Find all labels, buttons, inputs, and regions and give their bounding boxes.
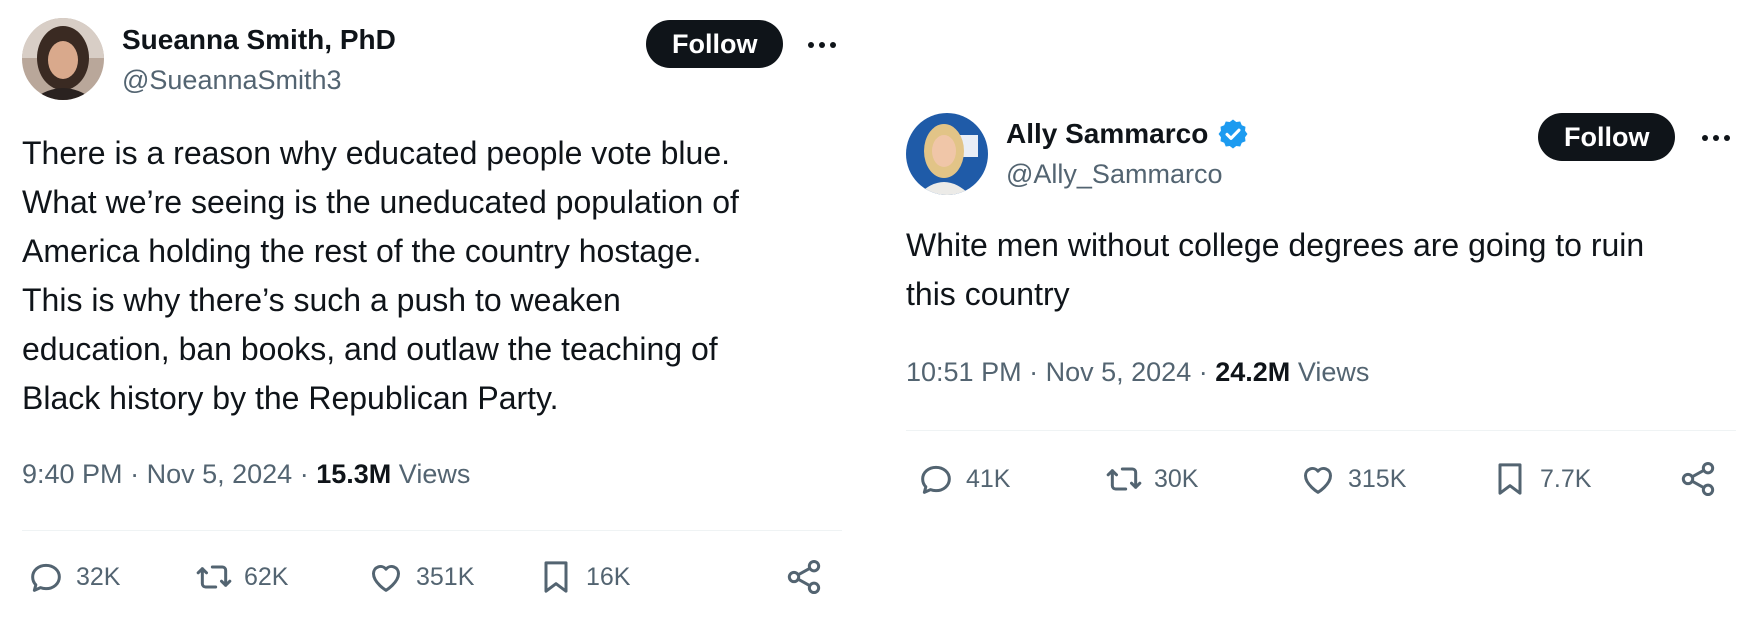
verified-badge-icon[interactable] <box>1216 117 1250 151</box>
repost-count: 30K <box>1154 464 1199 493</box>
tweet-card-ally: Ally Sammarco @Ally_Sammarco Follow Whit… <box>906 94 1736 496</box>
author-names: Sueanna Smith, PhD @SueannaSmith3 <box>122 22 396 98</box>
tweet-date[interactable]: Nov 5, 2024 <box>147 459 293 489</box>
display-name-text[interactable]: Ally Sammarco <box>1006 116 1208 152</box>
author-names: Ally Sammarco @Ally_Sammarco <box>1006 116 1250 192</box>
reply-count: 41K <box>966 464 1011 493</box>
reply-count: 32K <box>76 562 121 591</box>
share-icon <box>787 560 821 594</box>
action-bar: 32K 62K 351K 16K <box>22 557 842 607</box>
repost-button[interactable]: 62K <box>194 557 288 597</box>
like-icon <box>372 565 400 592</box>
tweet-header: Sueanna Smith, PhD @SueannaSmith3 Follow <box>22 0 842 100</box>
avatar[interactable] <box>22 18 104 100</box>
meta-separator: · <box>1198 357 1208 387</box>
reply-icon <box>921 465 951 494</box>
meta-separator: · <box>1029 357 1039 387</box>
reply-button[interactable]: 41K <box>916 459 1010 499</box>
reply-icon <box>31 563 61 592</box>
share-button[interactable] <box>784 557 824 597</box>
repost-button[interactable]: 30K <box>1104 459 1198 499</box>
meta-separator: · <box>130 459 140 489</box>
views-label: Views <box>398 459 471 489</box>
share-button[interactable] <box>1678 459 1718 499</box>
tweet-meta: 10:51 PM · Nov 5, 2024 · 24.2M Views <box>906 357 1369 388</box>
divider <box>22 530 842 531</box>
bookmark-count: 16K <box>586 562 631 591</box>
repost-icon <box>1106 467 1142 491</box>
display-name[interactable]: Sueanna Smith, PhD <box>122 22 396 58</box>
handle[interactable]: @SueannaSmith3 <box>122 62 396 98</box>
bookmark-icon <box>1498 463 1522 495</box>
repost-icon <box>196 565 232 589</box>
repost-count: 62K <box>244 562 289 591</box>
views-count: 24.2M <box>1215 357 1291 387</box>
tweet-date[interactable]: Nov 5, 2024 <box>1046 357 1192 387</box>
follow-button[interactable]: Follow <box>1538 113 1676 161</box>
like-count: 351K <box>416 562 475 591</box>
tweet-time[interactable]: 9:40 PM <box>22 459 123 489</box>
more-icon[interactable] <box>1698 123 1734 153</box>
more-icon[interactable] <box>804 30 840 60</box>
bookmark-count: 7.7K <box>1540 464 1592 493</box>
avatar[interactable] <box>906 113 988 195</box>
display-name[interactable]: Ally Sammarco <box>1006 116 1250 152</box>
follow-button[interactable]: Follow <box>646 20 784 68</box>
like-button[interactable]: 315K <box>1298 459 1406 499</box>
reply-button[interactable]: 32K <box>26 557 120 597</box>
tweet-time[interactable]: 10:51 PM <box>906 357 1022 387</box>
tweet-text: White men without college degrees are go… <box>906 227 1645 312</box>
tweet-card-sueanna: Sueanna Smith, PhD @SueannaSmith3 Follow… <box>22 0 842 594</box>
views-label: Views <box>1297 357 1370 387</box>
like-button[interactable]: 351K <box>366 557 474 597</box>
tweet-meta: 9:40 PM · Nov 5, 2024 · 15.3M Views <box>22 459 470 490</box>
tweet-text: There is a reason why educated people vo… <box>22 135 739 416</box>
meta-separator: · <box>299 459 309 489</box>
bookmark-button[interactable]: 16K <box>536 557 630 597</box>
divider <box>906 430 1736 431</box>
bookmark-button[interactable]: 7.7K <box>1490 459 1591 499</box>
action-bar: 41K 30K 315K 7.7K <box>906 459 1736 509</box>
views-count: 15.3M <box>316 459 392 489</box>
like-count: 315K <box>1348 464 1407 493</box>
share-icon <box>1681 462 1715 496</box>
bookmark-icon <box>544 561 568 593</box>
display-name-text[interactable]: Sueanna Smith, PhD <box>122 22 396 58</box>
like-icon <box>1304 467 1332 494</box>
tweet-header: Ally Sammarco @Ally_Sammarco Follow <box>906 94 1736 195</box>
handle[interactable]: @Ally_Sammarco <box>1006 156 1250 192</box>
